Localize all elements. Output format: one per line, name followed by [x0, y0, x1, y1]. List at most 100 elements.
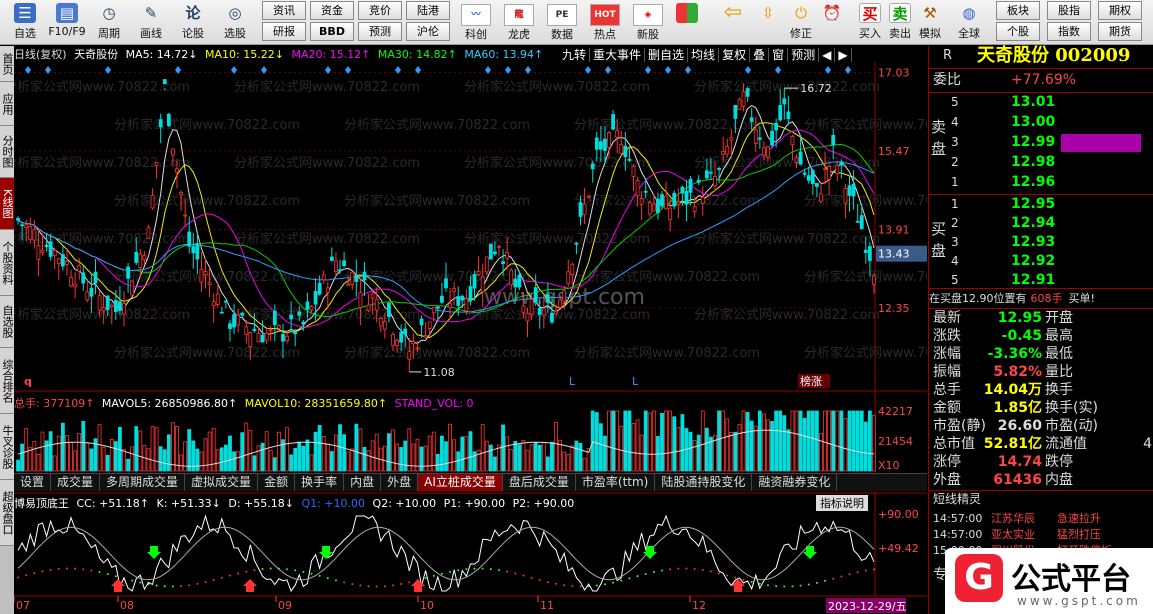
zhishu-button[interactable]: 指数	[1047, 22, 1091, 41]
sell-level-row[interactable]: 1 12.96	[929, 173, 1153, 192]
tab-window[interactable]: 窗	[769, 48, 789, 62]
indicator-explain-button[interactable]: 指标说明	[816, 495, 868, 511]
volume-bar	[162, 449, 167, 472]
yuce-button[interactable]: 预测	[358, 22, 402, 41]
volume-bar	[16, 459, 20, 472]
tab-jiuzhuan[interactable]: 九转	[559, 48, 591, 62]
candle-body	[317, 282, 322, 295]
tab-ranking[interactable]: 综合排名	[0, 348, 14, 414]
ind-tab-pe[interactable]: 市盈率(ttm)	[576, 474, 656, 491]
ind-tab-volume[interactable]: 成交量	[51, 474, 101, 491]
layout-button[interactable]	[670, 1, 704, 43]
xiuzheng-button[interactable]: ⏻ 修正	[784, 1, 818, 43]
tab-watchlist[interactable]: 自选股	[0, 296, 14, 348]
period-label[interactable]: 日线(复权)	[14, 48, 67, 61]
candle-body	[835, 165, 840, 175]
longhu-button[interactable]: 龍龙虎	[500, 3, 538, 41]
jingjia-button[interactable]: 竞价	[358, 1, 402, 20]
hulun-button[interactable]: 沪伦	[406, 22, 450, 41]
ind-tab-margin[interactable]: 融资融券变化	[752, 474, 838, 491]
ind-tab-turnover[interactable]: 换手率	[295, 474, 345, 491]
xingu-button[interactable]: ◈ 新股	[629, 3, 667, 41]
global-button[interactable]: ◍ 全球	[952, 1, 986, 43]
bbd-button[interactable]: BBD	[310, 22, 354, 41]
volume-bar	[545, 456, 550, 472]
tab-app[interactable]: 应用	[0, 82, 14, 126]
kechuang-button[interactable]: 〰科创	[457, 3, 495, 41]
qihuo-button[interactable]: 期货	[1098, 22, 1142, 41]
tab-overlay[interactable]: 叠	[750, 48, 770, 62]
yanbao-button[interactable]: 研报	[262, 22, 306, 41]
lungu-button[interactable]: 论论股	[170, 1, 216, 43]
volume-bar	[770, 421, 774, 472]
sell-level-row[interactable]: 3 12.99	[929, 133, 1153, 152]
indicator-dot	[139, 581, 142, 584]
ind-tab-hk-holding[interactable]: 陆股通持股变化	[655, 474, 753, 491]
ind-tab-settings[interactable]: 设置	[14, 474, 52, 491]
candle-body	[810, 170, 815, 185]
tab-remove-watch[interactable]: 删自选	[645, 48, 689, 62]
ind-tab-virtual-volume[interactable]: 虚拟成交量	[185, 474, 259, 491]
next-arrow-icon[interactable]: ▶	[835, 48, 852, 62]
volume-bar	[81, 421, 86, 472]
zijin-button[interactable]: 资金	[310, 1, 354, 20]
updown-button[interactable]: ⇳	[754, 1, 782, 43]
buy-button[interactable]: 买买入	[856, 1, 884, 43]
tab-kline[interactable]: K线图	[0, 178, 14, 230]
buy-level-row[interactable]: 4 12.92	[929, 252, 1153, 271]
gegu-button[interactable]: 个股	[996, 22, 1040, 41]
ind-tab-multi-volume[interactable]: 多周期成交量	[100, 474, 186, 491]
kline-chart[interactable]: 分析家公式网www.70822.com 分析家公式网www.70822.com 分析…	[14, 46, 927, 614]
prev-arrow-icon[interactable]: ◀	[819, 48, 836, 62]
ind-tab-outer[interactable]: 外盘	[381, 474, 419, 491]
volume-bar	[733, 431, 738, 472]
ind-tab-ai-volume[interactable]: AI立桩成交量	[418, 474, 503, 491]
buy-level-row[interactable]: 1 12.95	[929, 195, 1153, 214]
tab-fuquan[interactable]: 复权	[719, 48, 751, 62]
ind-tab-amount[interactable]: 金额	[258, 474, 296, 491]
volume-bar	[69, 442, 73, 472]
indicator-dot	[636, 575, 639, 578]
moni-button[interactable]: ⚒ 模拟	[916, 1, 944, 43]
indicator-dot	[693, 567, 696, 570]
sell-level-row[interactable]: 2 12.98	[929, 153, 1153, 172]
tab-timeshare[interactable]: 分时图	[0, 126, 14, 178]
ind-tab-after-volume[interactable]: 盘后成交量	[503, 474, 576, 491]
chart-area[interactable]: 分析家公式网www.70822.com 分析家公式网www.70822.com 分析…	[14, 46, 927, 614]
volume-bar	[529, 444, 534, 472]
sell-level-row[interactable]: 5 13.01	[929, 93, 1153, 112]
zixuan-button[interactable]: ☰ 自选	[2, 1, 48, 43]
volume-bar	[105, 454, 110, 472]
candle-body	[493, 251, 497, 255]
tab-events[interactable]: 重大事件	[590, 48, 646, 62]
tab-forecast[interactable]: 预测	[788, 48, 820, 62]
tab-stock-info[interactable]: 个股资料	[0, 230, 14, 296]
huaxian-button[interactable]: ✎ 画线	[128, 1, 174, 43]
tab-super-board[interactable]: 超级盘口	[0, 480, 14, 546]
zhouqi-button[interactable]: ◷ 周期	[86, 1, 132, 43]
buy-level-row[interactable]: 2 12.94	[929, 214, 1153, 233]
f10-button[interactable]: ▤ F10/F9	[44, 1, 90, 43]
heart-icon: ☰	[14, 3, 36, 23]
down-signal-arrow-icon	[147, 546, 161, 559]
tab-diagnosis[interactable]: 牛叉诊股	[0, 414, 14, 480]
shuju-button[interactable]: PE 数据	[543, 3, 581, 41]
ind-tab-inner[interactable]: 内盘	[344, 474, 382, 491]
indicator-dot	[90, 569, 93, 572]
qiquan-button[interactable]: 期权	[1098, 1, 1142, 20]
tab-home[interactable]: 首页	[0, 46, 14, 82]
alarm-button[interactable]: ⏰	[818, 1, 846, 43]
bankuai-button[interactable]: 板块	[996, 1, 1040, 20]
guzhi-button[interactable]: 股指	[1047, 1, 1091, 20]
xuangu-button[interactable]: ◎ 选股	[212, 1, 258, 43]
buy-level-row[interactable]: 3 12.93	[929, 233, 1153, 252]
back-button[interactable]: ⇦	[716, 1, 750, 43]
zixun-button[interactable]: 资讯	[262, 1, 306, 20]
sell-button[interactable]: 卖卖出	[886, 1, 914, 43]
volume-bar	[533, 441, 538, 472]
redian-button[interactable]: HOT 热点	[586, 3, 624, 41]
lugang-button[interactable]: 陆港	[406, 1, 450, 20]
watermark-text: 分析家公式网www.70822.com	[464, 155, 650, 171]
sell-level-row[interactable]: 4 13.00	[929, 113, 1153, 132]
tab-ma[interactable]: 均线	[688, 48, 720, 62]
